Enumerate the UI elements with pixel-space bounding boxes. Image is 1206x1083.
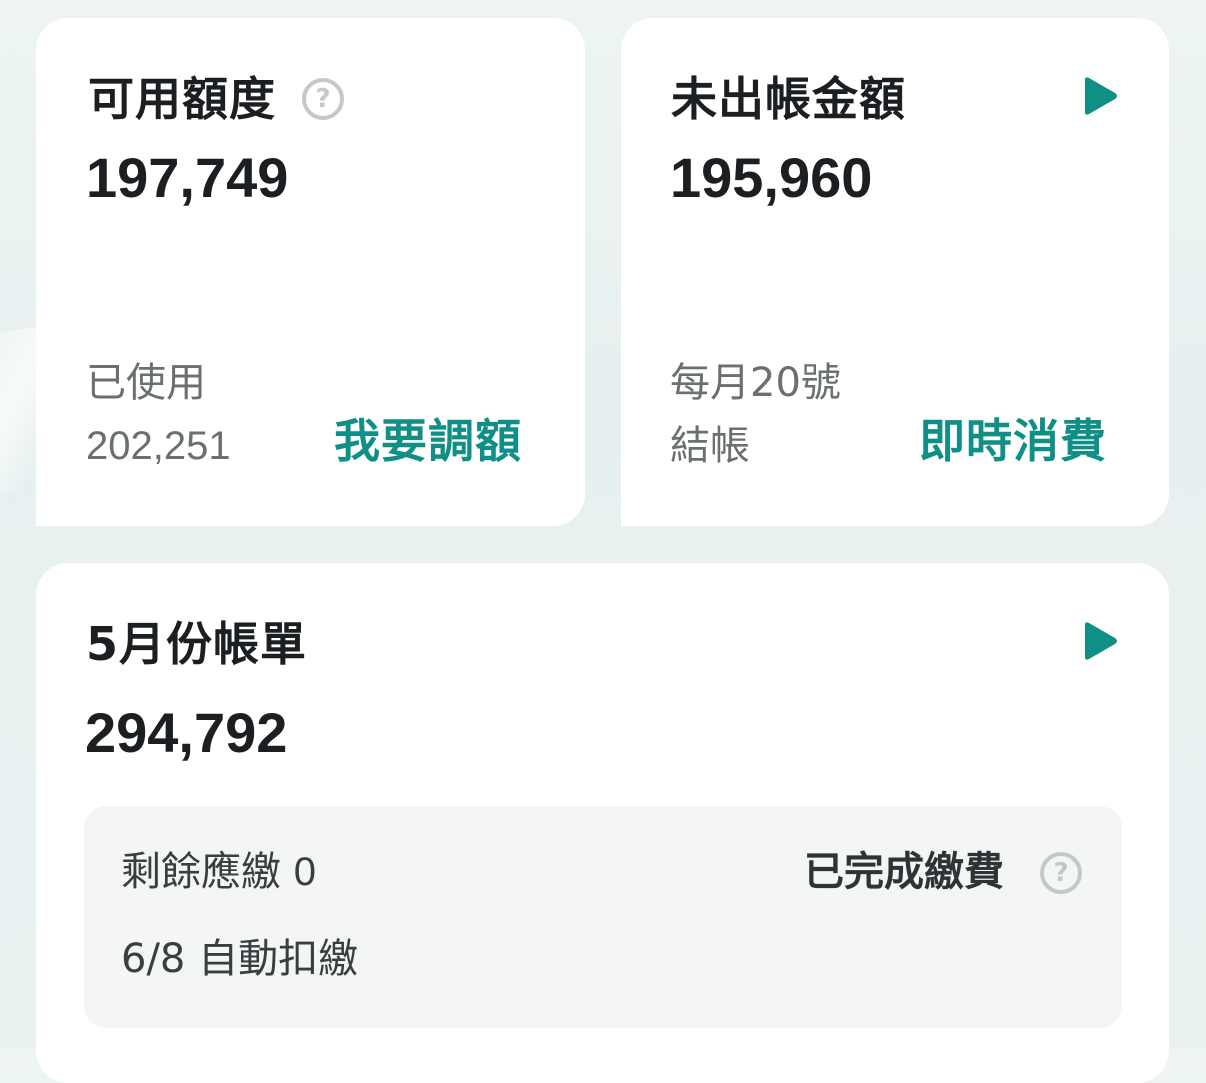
play-arrow-icon[interactable] [1081,621,1119,661]
bill-title: 5月份帳單 [86,617,308,671]
unbilled-title: 未出帳金額 [671,72,906,126]
question-circle-icon[interactable]: ? [302,78,344,120]
remaining-due: 剩餘應繳 0 [121,852,316,892]
adjust-credit-link[interactable]: 我要調額 [334,418,522,464]
question-circle-icon[interactable]: ? [1040,852,1082,894]
remaining-due-amount: 0 [293,850,316,894]
available-credit-card: 可用額度 ? 197,749 已使用 202,251 我要調額 [36,18,585,526]
available-credit-title: 可用額度 [88,72,276,126]
unbilled-amount-card[interactable]: 未出帳金額 195,960 每月20號 結帳 即時消費 [621,18,1169,526]
payment-status-panel: 剩餘應繳 0 已完成繳費 ? 6/8 自動扣繳 [84,806,1122,1028]
payment-status: 已完成繳費 [804,849,1004,895]
billing-day-label: 每月20號 [670,360,841,406]
bill-amount: 294,792 [85,701,288,764]
billing-day-suffix: 結帳 [670,423,750,469]
monthly-bill-card[interactable]: 5月份帳單 294,792 剩餘應繳 0 已完成繳費 ? 6/8 自動扣繳 [36,563,1169,1083]
remaining-due-label: 剩餘應繳 [121,849,281,895]
unbilled-amount: 195,960 [670,146,873,209]
used-amount: 202,251 [86,424,231,468]
used-label: 已使用 [86,360,206,406]
autopay-date: 6/8 自動扣繳 [121,936,359,982]
available-credit-amount: 197,749 [86,146,289,209]
realtime-spending-link[interactable]: 即時消費 [919,418,1107,464]
play-arrow-icon[interactable] [1081,76,1119,116]
